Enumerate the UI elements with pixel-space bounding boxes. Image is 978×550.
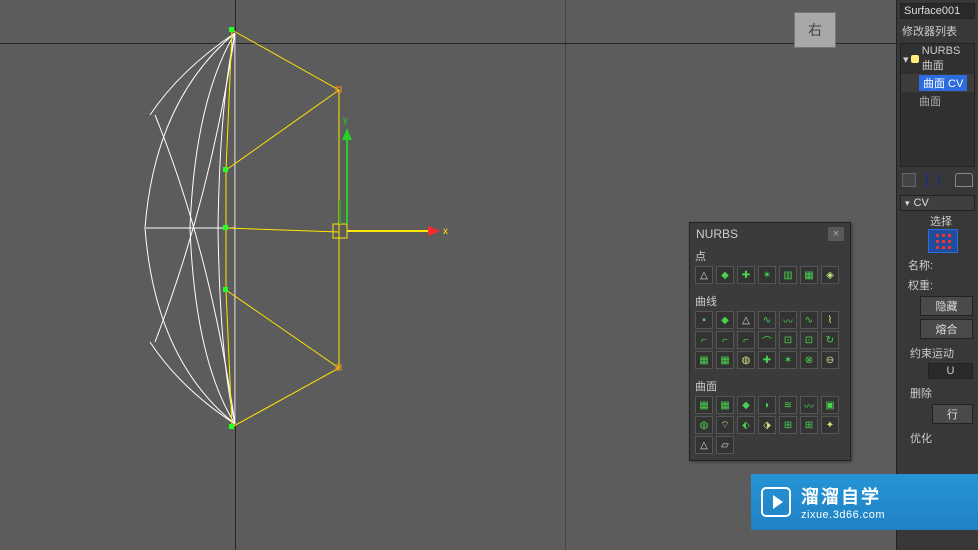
surf-tool-15[interactable]: △	[695, 436, 713, 454]
point-tool-4[interactable]: ✶	[758, 266, 776, 284]
expand-icon[interactable]: ▾	[903, 53, 911, 66]
pin-icon[interactable]	[902, 173, 916, 187]
object-name-text: Surface001	[904, 5, 960, 17]
axis-x-label: x	[443, 226, 448, 237]
point-tool-5[interactable]: ▥	[779, 266, 797, 284]
nurbs-toolbox[interactable]: NURBS × 点 △ ◆ ✚ ✶ ▥ ▦ ◈ 曲线 ▪ ◆ △ ∿ 〰 ∿ ⌇…	[689, 222, 851, 461]
point-tool-2[interactable]: ◆	[716, 266, 734, 284]
point-tool-7[interactable]: ◈	[821, 266, 839, 284]
cv-selection-button[interactable]	[928, 229, 958, 253]
constrain-label: 约束运动	[910, 345, 973, 361]
point-tool-1[interactable]: △	[695, 266, 713, 284]
point-tool-6[interactable]: ▦	[800, 266, 818, 284]
curve-tool-3[interactable]: △	[737, 311, 755, 329]
surf-tool-7[interactable]: ▣	[821, 396, 839, 414]
group-points-label: 点	[695, 248, 845, 264]
surf-tool-6[interactable]: 〰	[800, 396, 818, 414]
modifier-list-label: 修改器列表	[902, 23, 975, 39]
surf-tool-11[interactable]: ⬗	[758, 416, 776, 434]
modifier-sub1-label: 曲面 CV	[919, 75, 967, 91]
curve-tool-13[interactable]: ⊡	[800, 331, 818, 349]
curve-tool-18[interactable]: ✚	[758, 351, 776, 369]
curve-tool-10[interactable]: ⌐	[737, 331, 755, 349]
curve-tool-8[interactable]: ⌐	[695, 331, 713, 349]
curve-tool-1[interactable]: ▪	[695, 311, 713, 329]
curve-tool-2[interactable]: ◆	[716, 311, 734, 329]
divider-icon	[938, 173, 940, 187]
surf-tool-12[interactable]: ⊞	[779, 416, 797, 434]
group-surfaces-label: 曲面	[695, 378, 845, 394]
modifier-sub-surface-cv[interactable]: 曲面 CV	[901, 74, 974, 92]
surf-tool-4[interactable]: ◗	[758, 396, 776, 414]
surf-tool-2[interactable]: ▦	[716, 396, 734, 414]
delete-label: 删除	[910, 385, 973, 401]
curve-tool-4[interactable]: ∿	[758, 311, 776, 329]
close-icon[interactable]: ×	[828, 227, 844, 241]
axis-y-label: y	[343, 115, 348, 126]
surf-tool-13[interactable]: ⊞	[800, 416, 818, 434]
curve-tool-17[interactable]: ◍	[737, 351, 755, 369]
surf-tool-10[interactable]: ⬖	[737, 416, 755, 434]
select-label: 选择	[930, 216, 952, 228]
cv-title: CV	[914, 197, 929, 209]
surf-tool-3[interactable]: ◆	[737, 396, 755, 414]
curve-tool-5[interactable]: 〰	[779, 311, 797, 329]
modifier-sub2-label: 曲面	[919, 93, 941, 109]
curve-tool-16[interactable]: ▦	[716, 351, 734, 369]
optimize-label: 优化	[910, 430, 973, 446]
modifier-sub-surface[interactable]: 曲面	[901, 92, 974, 110]
u-constraint-field[interactable]: U	[928, 363, 973, 379]
curve-tool-15[interactable]: ▦	[695, 351, 713, 369]
play-icon	[761, 487, 791, 517]
surf-tool-8[interactable]: ◍	[695, 416, 713, 434]
hide-button[interactable]: 隐藏	[920, 296, 973, 316]
row-button[interactable]: 行	[932, 404, 973, 424]
transform-gizmo	[333, 128, 440, 238]
watermark-url: zixue.3d66.com	[801, 509, 885, 521]
curve-tool-21[interactable]: ⊖	[821, 351, 839, 369]
watermark-overlay: 溜溜自学 zixue.3d66.com	[751, 474, 978, 530]
surf-tool-5[interactable]: ≋	[779, 396, 797, 414]
modifier-row-nurbs[interactable]: ▾ NURBS 曲面	[901, 44, 974, 74]
modifier-stack[interactable]: ▾ NURBS 曲面 曲面 CV 曲面	[900, 43, 975, 167]
curve-tool-12[interactable]: ⊡	[779, 331, 797, 349]
name-label: 名称:	[908, 257, 933, 273]
visibility-icon[interactable]	[911, 55, 919, 63]
divider-icon	[926, 173, 928, 187]
surf-tool-9[interactable]: ⌔	[716, 416, 734, 434]
curve-tool-11[interactable]: ⌒	[758, 331, 776, 349]
watermark-brand: 溜溜自学	[801, 483, 885, 509]
group-curves-label: 曲线	[695, 293, 845, 309]
show-end-result-icon[interactable]	[955, 173, 973, 187]
nurbs-toolbox-title[interactable]: NURBS ×	[690, 223, 850, 245]
object-name-field[interactable]: Surface001	[900, 3, 975, 19]
curve-tool-14[interactable]: ↻	[821, 331, 839, 349]
fuse-button[interactable]: 熔合	[920, 319, 973, 339]
modifier-stack-tools	[902, 173, 973, 187]
view-cube-face: 右	[808, 20, 822, 40]
weight-label: 权重:	[908, 277, 933, 293]
cv-rollout-header[interactable]: CV	[900, 195, 975, 211]
point-tool-3[interactable]: ✚	[737, 266, 755, 284]
command-panel: Surface001 修改器列表 ▾ NURBS 曲面 曲面 CV 曲面 CV …	[896, 0, 978, 550]
curve-tool-7[interactable]: ⌇	[821, 311, 839, 329]
curve-tool-20[interactable]: ⊗	[800, 351, 818, 369]
modifier-top-label: NURBS 曲面	[922, 45, 972, 73]
surf-tool-16[interactable]: ▱	[716, 436, 734, 454]
nurbs-title-label: NURBS	[696, 227, 738, 241]
curve-tool-19[interactable]: ✶	[779, 351, 797, 369]
surf-tool-1[interactable]: ▦	[695, 396, 713, 414]
surf-tool-14[interactable]: ✦	[821, 416, 839, 434]
curve-tool-6[interactable]: ∿	[800, 311, 818, 329]
view-cube[interactable]: 右	[794, 12, 836, 48]
curve-tool-9[interactable]: ⌐	[716, 331, 734, 349]
